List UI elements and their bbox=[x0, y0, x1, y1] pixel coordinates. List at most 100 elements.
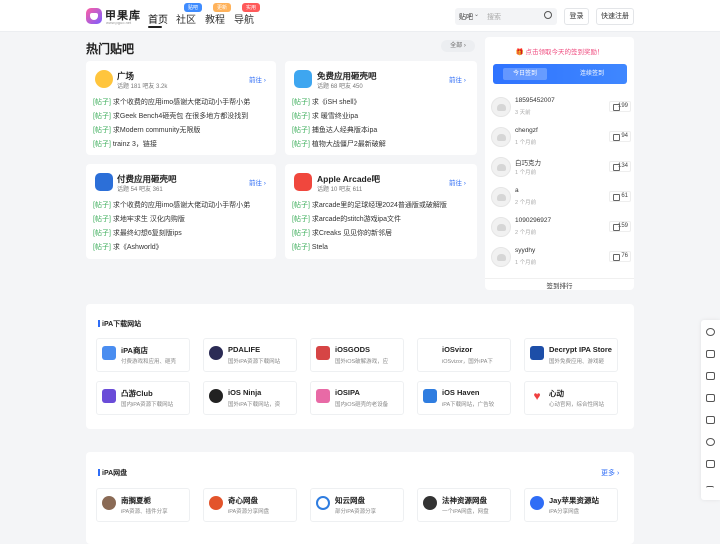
nav-community[interactable]: 社区 bbox=[176, 11, 196, 26]
nav-home[interactable]: 首页 bbox=[148, 11, 168, 26]
avatar[interactable] bbox=[491, 157, 511, 177]
free-app-icon bbox=[294, 70, 312, 88]
forum-go-link[interactable]: 前往 › bbox=[449, 74, 466, 84]
site-desc: 国内iPA资源下载网站 bbox=[121, 402, 174, 408]
list-item[interactable]: [帖子] 植物大战僵尸2最新破解 bbox=[292, 139, 472, 149]
disk-card[interactable]: 奇心网盘 iPA资源分享网盘 bbox=[203, 488, 297, 522]
signin-streak-tab[interactable]: 连续签到 bbox=[569, 68, 615, 80]
login-button[interactable]: 登录 bbox=[564, 8, 589, 25]
nav-guide[interactable]: 导航 bbox=[234, 11, 254, 26]
list-item[interactable]: [帖子] 求 暖雪终业ipa bbox=[292, 111, 472, 121]
mail-icon[interactable] bbox=[706, 416, 715, 424]
user-name[interactable]: 18595452007 bbox=[515, 97, 555, 104]
ipa-disks-section: iPA网盘 更多 › 南搁夏栀 iPA资源、插件分享 奇心网盘 iPA资源分享网盘 … bbox=[86, 452, 634, 544]
site-card[interactable]: iOS Haven iPA下载网站，广告较 bbox=[417, 381, 511, 415]
disk-name: 奇心网盘 bbox=[228, 496, 258, 505]
list-item[interactable]: 1090296927 2 个月前 159 bbox=[491, 215, 631, 241]
search-input[interactable]: 搜索 bbox=[487, 12, 501, 22]
list-item[interactable]: [帖子] 求地牢求生 汉化内购版 bbox=[93, 214, 271, 224]
site-card[interactable]: iOS Ninja 国外iPA下载网站，资 bbox=[203, 381, 297, 415]
site-card[interactable]: iOSvizor iOSvizor，国外iPA下 bbox=[417, 338, 511, 372]
signin-tip[interactable]: 🎁 点击领取今天的签到奖励！ bbox=[485, 46, 634, 56]
post-title: 求地牢求生 汉化内购版 bbox=[112, 216, 185, 223]
search-icon[interactable] bbox=[544, 11, 552, 19]
list-item[interactable]: [帖子] 求最终幻想6复刻版ips bbox=[93, 228, 271, 238]
disk-name: Jay苹果资源站 bbox=[549, 496, 600, 505]
list-item[interactable]: [帖子] Stela bbox=[292, 242, 472, 252]
avatar[interactable] bbox=[491, 247, 511, 267]
list-item[interactable]: [帖子] 求Modern community无限版 bbox=[93, 125, 271, 135]
forum-go-link[interactable]: 前往 › bbox=[449, 177, 466, 187]
search-icon[interactable] bbox=[706, 438, 715, 446]
avatar-icon bbox=[102, 496, 116, 510]
list-item[interactable]: [帖子] trainz 3，链接 bbox=[93, 139, 271, 149]
site-card[interactable]: PDALIFE 国外iPA资源下载网站 bbox=[203, 338, 297, 372]
notice-icon[interactable] bbox=[706, 460, 715, 468]
more-link[interactable]: 更多 › bbox=[601, 468, 619, 478]
signin-today-button[interactable]: 今日签到 bbox=[503, 68, 547, 80]
gift-box-icon[interactable] bbox=[706, 394, 715, 402]
user-name[interactable]: chengzf bbox=[515, 127, 538, 134]
list-item[interactable]: [帖子] 求Geek Bench4砸壳包 在很多地方都没找到 bbox=[93, 111, 271, 121]
list-item[interactable]: a 2 个月前 61 bbox=[491, 185, 631, 211]
site-card[interactable]: iOSIPA 国内iOS砸壳的老设备 bbox=[310, 381, 404, 415]
forum-go-link[interactable]: 前往 › bbox=[249, 177, 266, 187]
list-item[interactable]: [帖子] 求个收费的应用imo感谢大佬动动小手帮小弟 bbox=[93, 200, 271, 210]
forum-go-label: 前往 bbox=[249, 180, 262, 187]
post-tag: [帖子] bbox=[292, 141, 310, 148]
site-card[interactable]: iOSGODS 国外iOS破解游戏，应 bbox=[310, 338, 404, 372]
ticket-icon[interactable] bbox=[706, 372, 715, 380]
list-item[interactable]: [帖子] 求个收费的应用imo感谢大佬动动小手帮小弟 bbox=[93, 97, 271, 107]
post-title: 求个收费的应用imo感谢大佬动动小手帮小弟 bbox=[112, 202, 251, 209]
search-scope-select[interactable]: 贴吧 bbox=[459, 12, 473, 22]
post-title: Stela bbox=[311, 244, 328, 251]
cart-icon[interactable] bbox=[706, 350, 715, 358]
register-button[interactable]: 快速注册 bbox=[596, 8, 634, 25]
user-name[interactable]: syydhy bbox=[515, 247, 535, 254]
post-title: 求Modern community无限版 bbox=[112, 127, 201, 134]
site-card[interactable]: iPA商店 付费游戏和应用、砸壳 bbox=[96, 338, 190, 372]
avatar[interactable] bbox=[491, 187, 511, 207]
disk-card[interactable]: Jay苹果资源站 iPA分享网盘 bbox=[524, 488, 618, 522]
site-desc: 国外iPA资源下载网站 bbox=[228, 359, 281, 365]
signin-count: 199 bbox=[609, 101, 631, 112]
avatar[interactable] bbox=[491, 97, 511, 117]
signin-ranking-link[interactable]: 签到排行 bbox=[485, 278, 634, 290]
list-item[interactable]: 18595452007 3 天前 199 bbox=[491, 95, 631, 121]
user-icon[interactable] bbox=[706, 328, 715, 336]
forum-go-link[interactable]: 前往 › bbox=[249, 74, 266, 84]
disk-name: 南搁夏栀 bbox=[121, 496, 151, 505]
list-item[interactable]: [帖子] 求Creaks 见见你的新邻居 bbox=[292, 228, 472, 238]
list-item[interactable]: [帖子] 求《Ashworld》 bbox=[93, 242, 271, 252]
site-card[interactable]: 凸游Club 国内iPA资源下载网站 bbox=[96, 381, 190, 415]
list-item[interactable]: [帖子] 求arcade的stitch游戏ipa文件 bbox=[292, 214, 472, 224]
list-item[interactable]: [帖子] 求《iSH shell》 bbox=[292, 97, 472, 107]
avatar[interactable] bbox=[491, 217, 511, 237]
disk-card[interactable]: 法神资源网盘 一个iPA网盘，网盘 bbox=[417, 488, 511, 522]
user-name[interactable]: a bbox=[515, 187, 519, 194]
haven-icon bbox=[423, 389, 437, 403]
search-box[interactable]: 贴吧 ⌄ 搜索 bbox=[455, 8, 557, 25]
list-item[interactable]: syydhy 1 个月前 76 bbox=[491, 245, 631, 271]
disk-card[interactable]: 知云网盘 部分iPA资源分享 bbox=[310, 488, 404, 522]
post-tag: [帖子] bbox=[93, 113, 111, 120]
user-name[interactable]: 白巧克力 bbox=[515, 157, 541, 167]
site-card[interactable]: ♥ 心动 心动官网，综合性网站 bbox=[524, 381, 618, 415]
post-tag: [帖子] bbox=[93, 99, 111, 106]
forum-stats: 话题 181 吧友 3.2k bbox=[117, 84, 168, 90]
list-item[interactable]: [帖子] 求arcade里的足球经理2024普通版或破解版 bbox=[292, 200, 472, 210]
list-item[interactable]: 白巧克力 1 个月前 134 bbox=[491, 155, 631, 181]
all-forums-label: 全部 bbox=[450, 43, 463, 49]
avatar[interactable] bbox=[491, 127, 511, 147]
disk-card[interactable]: 南搁夏栀 iPA资源、插件分享 bbox=[96, 488, 190, 522]
site-card[interactable]: Decrypt IPA Store 国外免费应用、游戏砸 bbox=[524, 338, 618, 372]
iosipa-icon bbox=[316, 389, 330, 403]
all-forums-button[interactable]: 全部 › bbox=[441, 40, 475, 52]
nav-tutorial[interactable]: 教程 bbox=[205, 11, 225, 26]
nav-community-badge: 贴吧 bbox=[184, 3, 203, 12]
list-item[interactable]: chengzf 1 个月前 94 bbox=[491, 125, 631, 151]
logo-icon[interactable] bbox=[86, 8, 102, 24]
user-name[interactable]: 1090296927 bbox=[515, 217, 551, 224]
list-item[interactable]: [帖子] 捕鱼达人经典版本ipa bbox=[292, 125, 472, 135]
back-to-top-icon[interactable] bbox=[706, 486, 714, 490]
